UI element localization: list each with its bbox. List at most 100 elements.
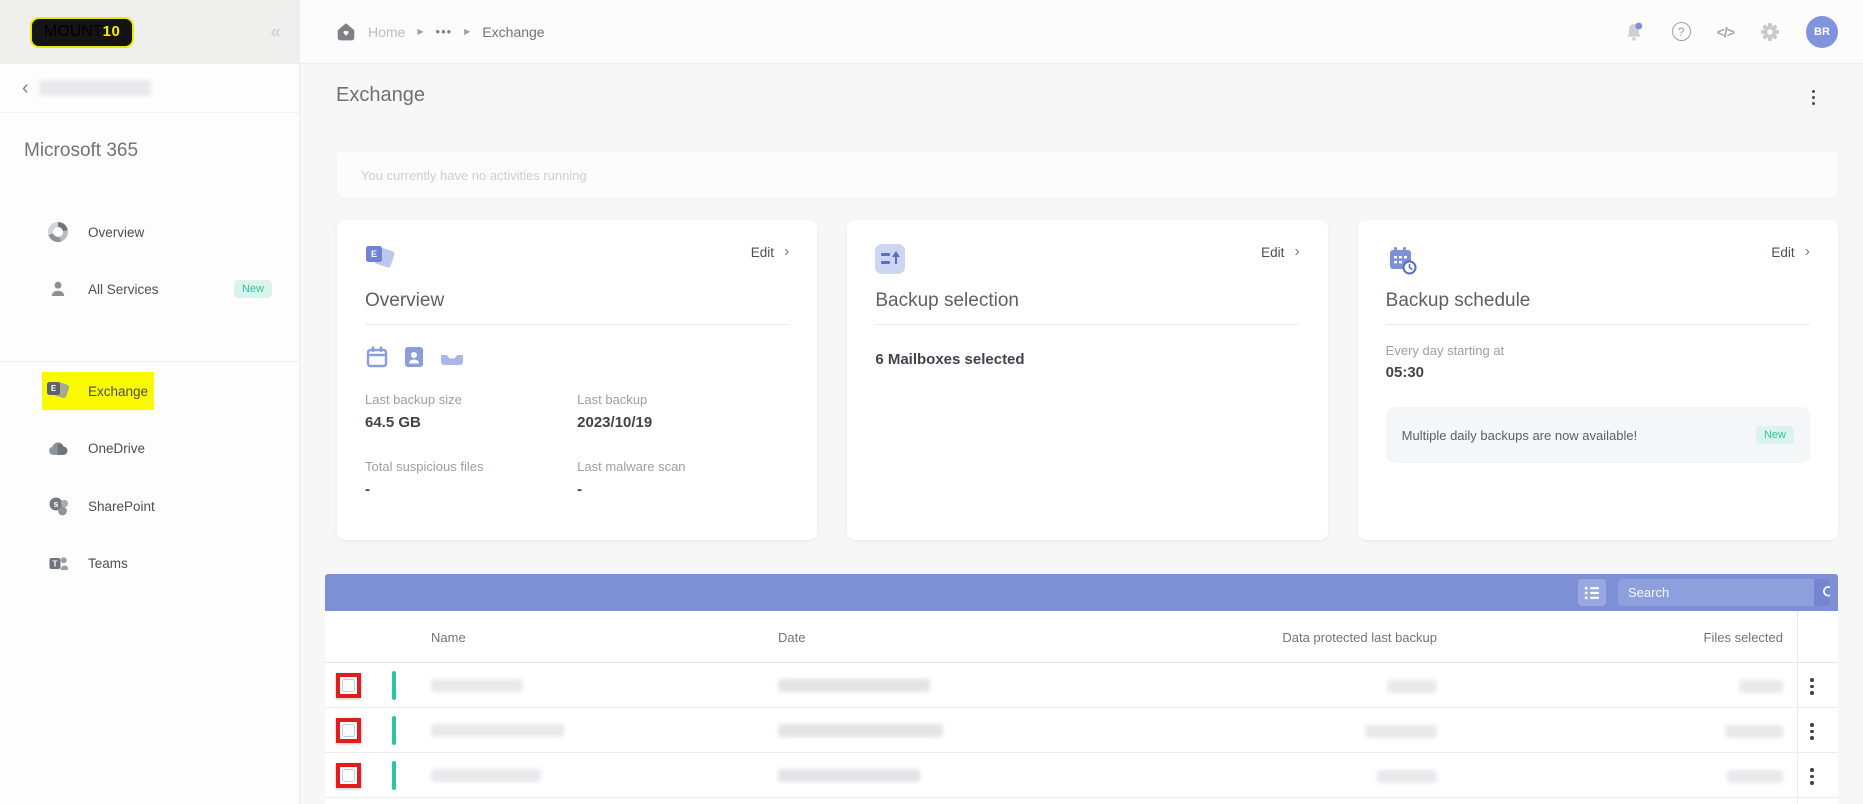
sidebar-item-label: Teams bbox=[88, 556, 128, 571]
breadcrumb: Home ▶ ••• ▶ Exchange bbox=[336, 22, 545, 42]
svg-text:T: T bbox=[52, 558, 58, 568]
edit-label: Edit bbox=[1771, 245, 1794, 260]
sidebar-item-sharepoint[interactable]: s SharePoint bbox=[0, 486, 300, 526]
table-row-partial bbox=[325, 798, 1838, 804]
backup-selection-icon bbox=[875, 244, 905, 274]
topbar: Home ▶ ••• ▶ Exchange ? </> BR bbox=[300, 0, 1863, 64]
mailboxes-table: Name Date Data protected last backup Fil… bbox=[325, 611, 1838, 804]
logo-text-accent: 10 bbox=[103, 23, 121, 40]
sharepoint-icon: s bbox=[46, 495, 70, 517]
redacted-data-protected-cell bbox=[1377, 770, 1437, 783]
card-title: Backup selection bbox=[875, 290, 1299, 312]
highlighted-row-checkbox[interactable] bbox=[336, 673, 361, 698]
home-icon[interactable] bbox=[336, 22, 356, 42]
overview-edit-button[interactable]: Edit › bbox=[751, 244, 790, 260]
backup-selection-edit-button[interactable]: Edit › bbox=[1261, 244, 1300, 260]
svg-text:s: s bbox=[53, 499, 58, 509]
breadcrumb-current: Exchange bbox=[482, 24, 544, 40]
column-divider bbox=[1797, 611, 1798, 662]
sidebar-collapse-icon[interactable]: « bbox=[270, 23, 281, 42]
exchange-icon: E bbox=[46, 380, 70, 402]
status-indicator-bar bbox=[392, 716, 396, 745]
sidebar: MOUNT10 « ‹ Microsoft 365 Overview All S… bbox=[0, 0, 300, 804]
highlighted-row-checkbox[interactable] bbox=[336, 763, 361, 788]
logo-text-primary: MOUNT bbox=[44, 23, 103, 41]
column-divider bbox=[1797, 753, 1798, 797]
search-icon[interactable] bbox=[1814, 579, 1830, 606]
sidebar-item-label: Overview bbox=[88, 225, 144, 240]
stat: Last malware scan - bbox=[577, 459, 789, 498]
sidebar-item-exchange[interactable]: E Exchange bbox=[0, 371, 300, 411]
table-row bbox=[325, 708, 1838, 753]
checkbox bbox=[342, 724, 355, 737]
code-icon[interactable]: </> bbox=[1717, 24, 1734, 40]
search-input[interactable] bbox=[1618, 579, 1814, 606]
mailboxes-selected-summary: 6 Mailboxes selected bbox=[875, 351, 1299, 368]
summary-cards: E Edit › Overview bbox=[337, 220, 1838, 540]
stat-label: Last malware scan bbox=[577, 459, 789, 474]
sidebar-divider bbox=[0, 361, 300, 362]
sidebar-header: MOUNT10 « bbox=[0, 0, 299, 64]
status-indicator-bar bbox=[392, 671, 396, 700]
onedrive-cloud-icon bbox=[46, 437, 70, 459]
redacted-files-selected-cell bbox=[1727, 770, 1783, 783]
sidebar-item-onedrive[interactable]: OneDrive bbox=[0, 428, 300, 468]
activities-banner: You currently have no activities running bbox=[337, 152, 1838, 198]
backup-schedule-card: Edit › Backup schedule Every day startin… bbox=[1358, 220, 1838, 540]
stat-value: 64.5 GB bbox=[365, 414, 577, 431]
sidebar-item-label: SharePoint bbox=[88, 499, 155, 514]
divider bbox=[365, 324, 789, 325]
column-divider bbox=[1797, 663, 1798, 707]
column-settings-icon[interactable] bbox=[1578, 579, 1606, 606]
gear-icon[interactable] bbox=[1760, 22, 1780, 42]
person-icon bbox=[46, 278, 70, 300]
sidebar-section-title: Microsoft 365 bbox=[24, 140, 138, 162]
mount10-logo[interactable]: MOUNT10 bbox=[30, 17, 134, 48]
row-kebab-menu[interactable] bbox=[1806, 764, 1818, 789]
stat: Last backup size 64.5 GB bbox=[365, 392, 577, 431]
new-badge: New bbox=[234, 280, 272, 298]
breadcrumb-home[interactable]: Home bbox=[368, 24, 405, 40]
schedule-start-time: 05:30 bbox=[1386, 364, 1810, 381]
backup-selection-card: Edit › Backup selection 6 Mailboxes sele… bbox=[847, 220, 1327, 540]
card-title: Backup schedule bbox=[1386, 290, 1810, 312]
sidebar-item-all-services[interactable]: All Services New bbox=[0, 269, 300, 309]
highlighted-row-checkbox[interactable] bbox=[336, 718, 361, 743]
redacted-date-cell bbox=[778, 769, 920, 782]
page-kebab-menu[interactable] bbox=[1808, 86, 1819, 109]
notifications-bell-icon[interactable] bbox=[1622, 20, 1646, 44]
overview-stats: Last backup size 64.5 GB Last backup 202… bbox=[365, 392, 789, 498]
breadcrumb-separator-icon: ▶ bbox=[417, 27, 423, 36]
table-row bbox=[325, 663, 1838, 708]
row-kebab-menu[interactable] bbox=[1806, 674, 1818, 699]
redacted-name-cell bbox=[431, 769, 541, 782]
redacted-account-name bbox=[39, 80, 151, 96]
schedule-frequency-label: Every day starting at bbox=[1386, 343, 1810, 358]
user-avatar[interactable]: BR bbox=[1806, 16, 1838, 48]
redacted-date-cell bbox=[778, 679, 930, 692]
column-header-files-selected: Files selected bbox=[325, 630, 1783, 645]
back-arrow-icon[interactable]: ‹ bbox=[22, 78, 29, 98]
breadcrumb-separator-icon: ▶ bbox=[464, 27, 470, 36]
sidebar-item-label: OneDrive bbox=[88, 441, 145, 456]
help-icon[interactable]: ? bbox=[1672, 22, 1691, 41]
app-root: MOUNT10 « ‹ Microsoft 365 Overview All S… bbox=[0, 0, 1863, 804]
breadcrumb-collapsed[interactable]: ••• bbox=[436, 24, 453, 39]
redacted-date-cell bbox=[778, 724, 943, 737]
redacted-files-selected-cell bbox=[1725, 725, 1783, 738]
stat: Total suspicious files - bbox=[365, 459, 577, 498]
teams-icon: T bbox=[46, 552, 70, 574]
backup-schedule-edit-button[interactable]: Edit › bbox=[1771, 244, 1810, 260]
table-header-row: Name Date Data protected last backup Fil… bbox=[325, 611, 1838, 663]
stat-value: - bbox=[365, 481, 577, 498]
redacted-data-protected-cell bbox=[1365, 725, 1437, 738]
stat-label: Last backup bbox=[577, 392, 789, 407]
stat-label: Total suspicious files bbox=[365, 459, 577, 474]
table-toolbar bbox=[325, 574, 1838, 611]
calendar-clock-icon bbox=[1386, 244, 1418, 281]
sidebar-item-overview[interactable]: Overview bbox=[0, 212, 300, 252]
row-kebab-menu[interactable] bbox=[1806, 719, 1818, 744]
redacted-name-cell bbox=[431, 724, 564, 737]
contact-card-icon bbox=[403, 345, 425, 374]
sidebar-item-teams[interactable]: T Teams bbox=[0, 543, 300, 583]
